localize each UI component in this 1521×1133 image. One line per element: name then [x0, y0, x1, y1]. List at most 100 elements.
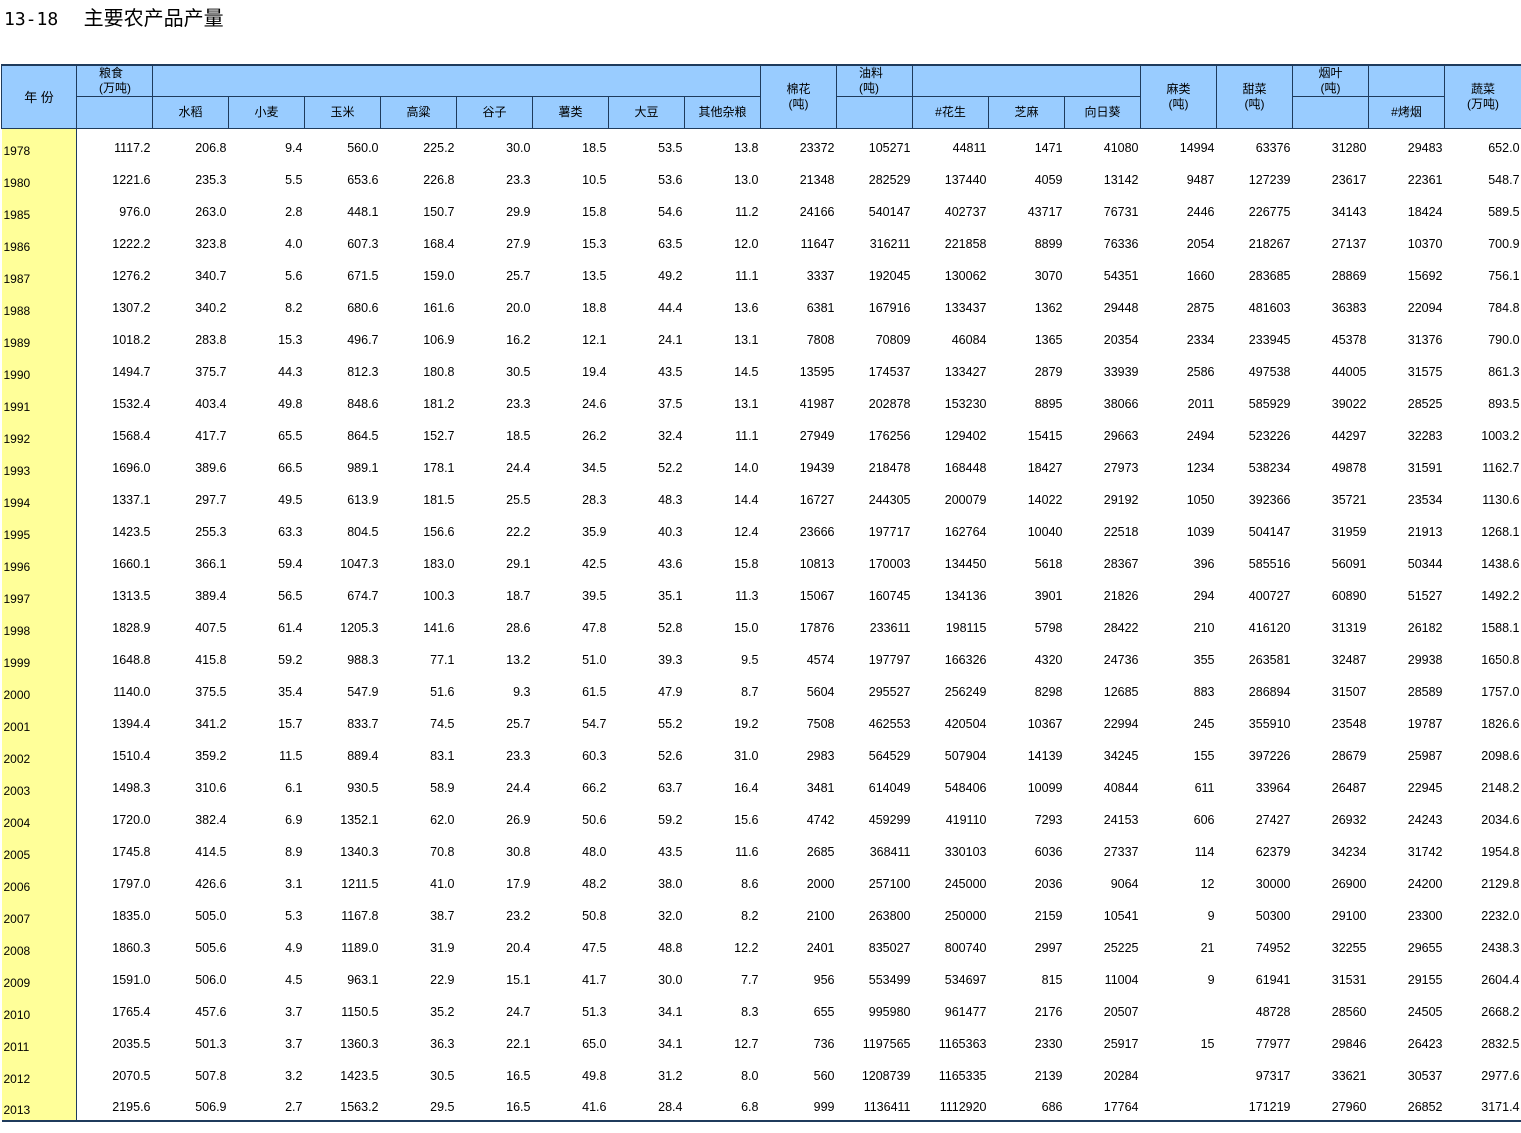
- table-cell: 16727: [799, 492, 835, 507]
- table-cell: 58.9: [430, 780, 455, 795]
- table-cell: 11.6: [735, 844, 759, 859]
- table-cell: 389.6: [195, 460, 227, 475]
- header-sorghum: 高粱: [380, 96, 457, 129]
- table-cell: 481603: [1248, 300, 1291, 315]
- table-cell: 22994: [1103, 716, 1139, 731]
- table-cell: 1757.0: [1481, 684, 1520, 699]
- table-cell: 43.6: [658, 556, 683, 571]
- table-cell: 507.8: [195, 1068, 227, 1083]
- table-cell: 1745.8: [112, 844, 151, 859]
- table-cell: 1563.2: [304, 1088, 381, 1122]
- table-cell: 162764: [944, 524, 987, 539]
- table-cell: 366.1: [195, 556, 227, 571]
- table-cell: 1828.9: [112, 620, 151, 635]
- table-cell: 5.3: [285, 908, 303, 923]
- table-cell: 263.0: [195, 204, 227, 219]
- table-row: 1998 1828.9 407.5 61.4 1205.3 141.6 28.6 47.8 52…: [1, 608, 1521, 641]
- table-cell: 30.5: [430, 1068, 455, 1083]
- table-cell: 1189.0: [341, 940, 379, 955]
- table-cell: 77.1: [430, 652, 455, 667]
- table-cell: 233945: [1248, 332, 1291, 347]
- table-cell: 7808: [806, 332, 835, 347]
- table-cell: 41.6: [532, 1088, 609, 1122]
- table-cell: 5798: [1034, 620, 1063, 635]
- row-year: 1998: [1, 608, 77, 641]
- table-cell: 20284: [1103, 1068, 1139, 1083]
- table-cell: 3901: [1034, 588, 1063, 603]
- table-cell: 255.3: [195, 524, 227, 539]
- table-row: 1980 1221.6 235.3 5.5 653.6 226.8 23.3 10.5 53.6…: [1, 160, 1521, 193]
- table-cell: 150.7: [423, 204, 455, 219]
- table-cell: 20507: [1103, 1004, 1139, 1019]
- table-cell: 1360.3: [340, 1036, 379, 1051]
- table-cell: 24200: [1407, 876, 1443, 891]
- table-cell: 49.2: [658, 268, 683, 283]
- header-rice: 水稻: [152, 96, 229, 129]
- table-cell: 11647: [800, 236, 835, 251]
- table-cell: 257100: [868, 876, 911, 891]
- table-cell: 65.5: [278, 428, 303, 443]
- table-cell: 1954.8: [1481, 844, 1520, 859]
- table-cell: 2035.5: [112, 1036, 151, 1051]
- table-cell: 815: [1041, 972, 1063, 987]
- header-year: 年 份: [1, 64, 77, 129]
- table-cell: 3.2: [285, 1068, 303, 1083]
- table-cell: 24.1: [658, 332, 683, 347]
- table-cell: 9: [1207, 908, 1215, 923]
- table-cell: 13.0: [734, 172, 759, 187]
- table-cell: 54.6: [658, 204, 683, 219]
- table-cell: 1234: [1186, 460, 1215, 475]
- table-cell: 178.1: [423, 460, 455, 475]
- table-cell: 40844: [1103, 780, 1139, 795]
- table-cell: [1140, 1088, 1217, 1122]
- table-cell: 54351: [1103, 268, 1139, 283]
- table-cell: 10040: [1027, 524, 1063, 539]
- table-cell: 37.5: [658, 396, 683, 411]
- table-number: 13-18: [4, 9, 59, 30]
- table-cell: 414.5: [195, 844, 227, 859]
- table-cell: 25.5: [506, 492, 531, 507]
- table-cell: 250000: [944, 908, 987, 923]
- table-cell: 8.9: [285, 844, 303, 859]
- table-cell: 1588.1: [1481, 620, 1520, 635]
- table-cell: 790.0: [1488, 332, 1520, 347]
- table-cell: 166326: [944, 652, 987, 667]
- table-cell: 457.6: [195, 1004, 227, 1019]
- header-sesame: 芝麻: [988, 96, 1065, 129]
- table-cell: 168448: [944, 460, 987, 475]
- header-veg: 蔬菜 (万吨): [1444, 64, 1521, 129]
- table-cell: 995980: [868, 1004, 911, 1019]
- table-cell: 2.8: [285, 204, 303, 219]
- table-cell: 49.8: [278, 396, 303, 411]
- table-cell: 25.7: [506, 716, 531, 731]
- table-cell: 6381: [806, 300, 835, 315]
- table-cell: 20354: [1103, 332, 1139, 347]
- row-year: 1997: [1, 576, 77, 609]
- row-year: 2004: [1, 800, 77, 833]
- header-sunflower: 向日葵: [1063, 96, 1142, 129]
- table-cell: 889.4: [347, 748, 379, 763]
- table-cell: 44297: [1331, 428, 1367, 443]
- table-cell: 23300: [1407, 908, 1443, 923]
- table-cell: 26.2: [582, 428, 607, 443]
- table-cell: 2148.2: [1481, 780, 1520, 795]
- table-cell: 1197565: [862, 1036, 911, 1051]
- table-cell: 29.5: [380, 1088, 457, 1122]
- table-cell: 32283: [1407, 428, 1443, 443]
- table-cell: 15692: [1407, 268, 1443, 283]
- header-wheat: 小麦: [228, 96, 305, 129]
- row-year: 1988: [1, 288, 77, 321]
- row-year: 2013: [1, 1088, 77, 1122]
- table-cell: 10370: [1407, 236, 1443, 251]
- table-cell: 256249: [944, 684, 987, 699]
- header-other-grain: 其他杂粮: [684, 96, 761, 129]
- table-cell: 7293: [1034, 812, 1063, 827]
- table-row: 2009 1591.0 506.0 4.5 963.1 22.9 15.1 41.7 30.0 7…: [1, 960, 1521, 993]
- table-cell: 392366: [1248, 492, 1291, 507]
- table-cell: 28589: [1407, 684, 1443, 699]
- table-cell: 1276.2: [112, 268, 151, 283]
- table-cell: 1696.0: [112, 460, 151, 475]
- table-cell: 11004: [1104, 972, 1139, 987]
- table-cell: 2879: [1034, 364, 1063, 379]
- table-cell: 340.2: [195, 300, 227, 315]
